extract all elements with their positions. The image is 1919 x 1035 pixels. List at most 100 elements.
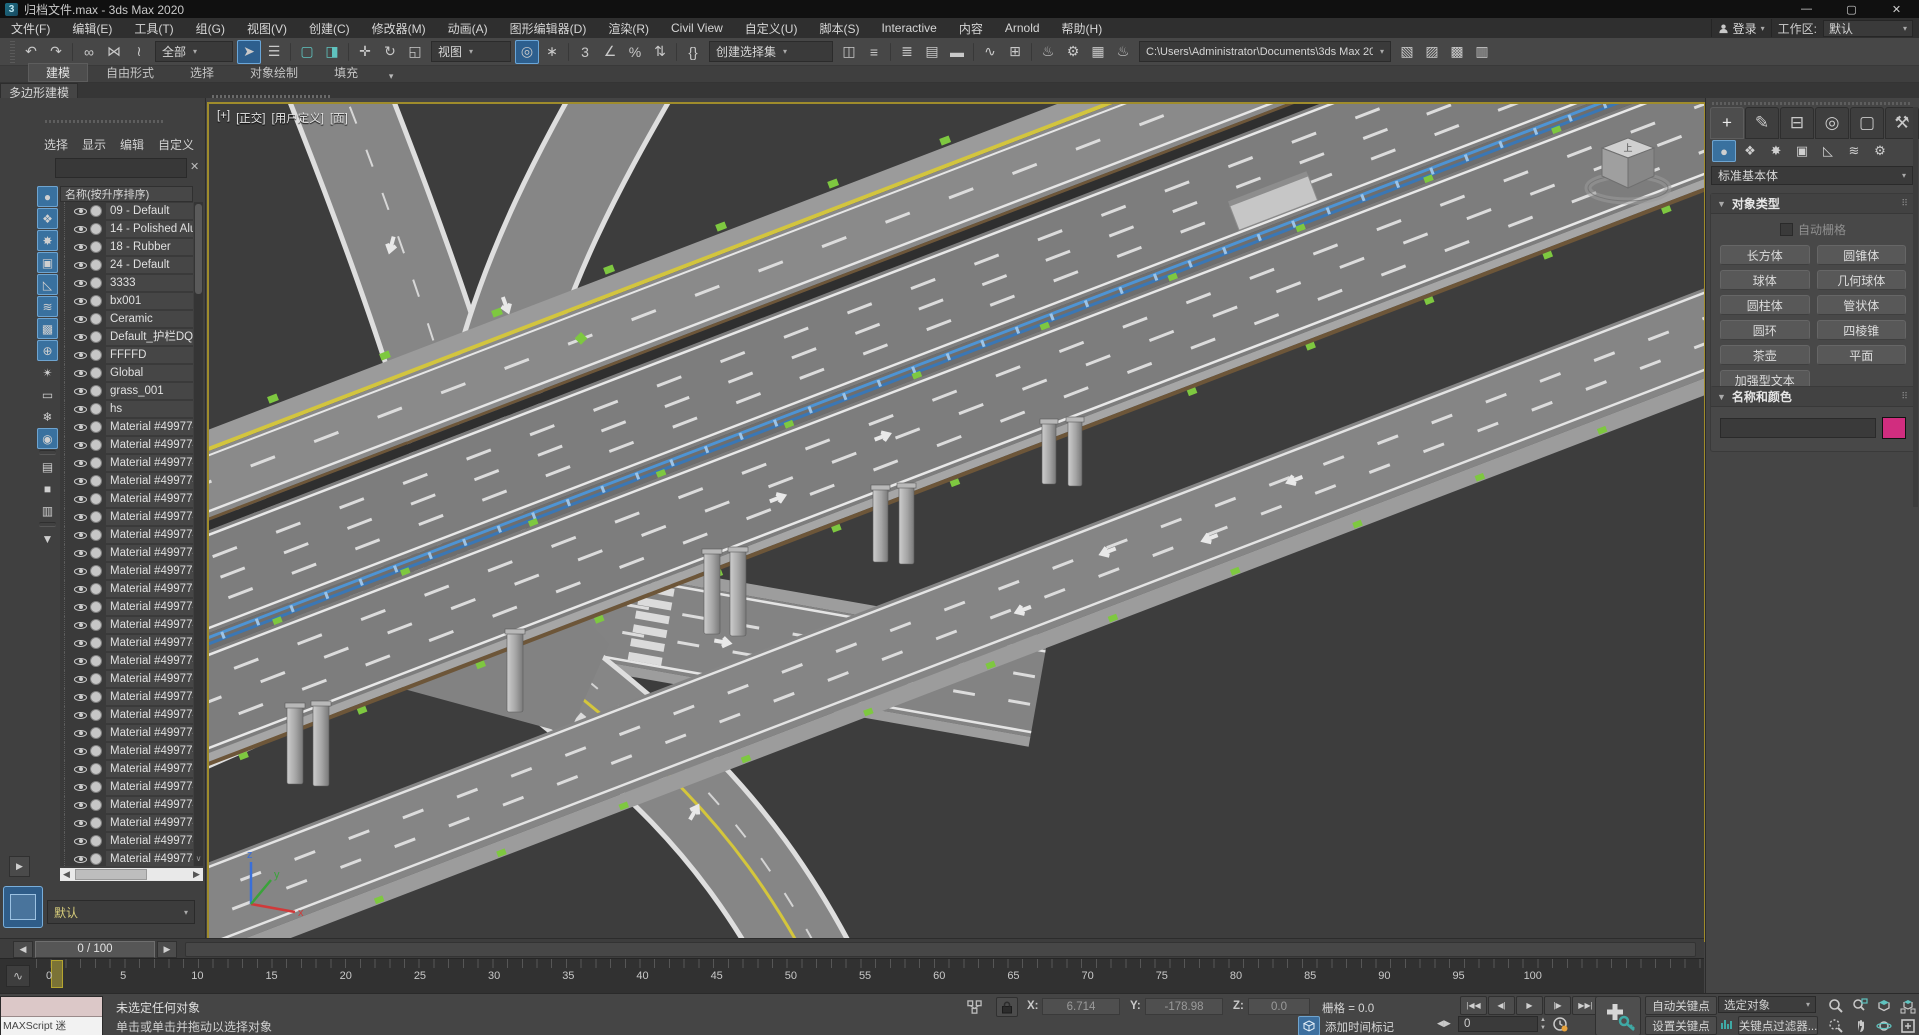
list-item[interactable]: 18 - Rubber [60,238,193,256]
menu-item[interactable]: 编辑(E) [61,18,123,38]
object-type-dot-icon[interactable] [90,673,102,685]
visibility-eye-icon[interactable] [74,673,87,686]
close-button[interactable]: ✕ [1874,0,1919,18]
mirror-icon[interactable]: ◫ [837,40,861,64]
current-frame-field[interactable]: 0 [1458,1016,1538,1032]
visibility-eye-icon[interactable] [74,655,87,668]
primitive-button[interactable]: 四棱锥 [1817,320,1907,340]
y-coordinate-field[interactable]: -178.98 [1145,998,1223,1015]
list-item[interactable]: Material #499774 [60,418,193,436]
filter-funnel-icon[interactable]: ▼ [37,528,58,549]
object-type-dot-icon[interactable] [90,565,102,577]
menu-item[interactable]: 视图(V) [236,18,298,38]
command-panel-scrollbar[interactable] [1913,107,1918,507]
object-type-dot-icon[interactable] [90,493,102,505]
visibility-eye-icon[interactable] [74,223,87,236]
next-frame-icon[interactable]: |▶ [1544,996,1571,1015]
mini-curve-editor-button[interactable]: ∿ [6,965,30,987]
viewport-menu-pov[interactable]: [正交] [236,110,265,126]
bind-spacewarp-icon[interactable]: ≀ [127,40,151,64]
selection-filter-dropdown[interactable]: 全部▾ [155,41,233,62]
ribbon-minimize-icon[interactable]: ▾ [376,71,406,82]
object-type-dot-icon[interactable] [90,745,102,757]
toolbar-icon[interactable] [890,43,891,61]
list-item[interactable]: Material #499774 [60,796,193,814]
visibility-eye-icon[interactable] [74,241,87,254]
object-type-dot-icon[interactable] [90,223,102,235]
scrollbar-thumb[interactable] [195,204,202,294]
previous-frame-icon[interactable]: ◀| [1488,996,1515,1015]
select-manipulate-icon[interactable]: ∗ [540,40,564,64]
scrollbar-thumb[interactable] [75,869,147,880]
schematic-view-icon[interactable]: ⊞ [1003,40,1027,64]
solid-view-icon[interactable]: ■ [37,478,58,499]
play-icon[interactable]: ▶ [1516,996,1543,1015]
maximize-button[interactable]: ▢ [1829,0,1874,18]
list-item[interactable]: 3333 [60,274,193,292]
toolbar-icon[interactable] [72,43,73,61]
reference-coordinate-dropdown[interactable]: 视图▾ [431,41,511,62]
visibility-eye-icon[interactable] [74,529,87,542]
window-crossing-icon[interactable]: ◨ [320,40,344,64]
snap-toggle-3d-icon[interactable]: 3 [573,40,597,64]
visibility-eye-icon[interactable] [74,619,87,632]
list-item[interactable]: Material #499774 [60,436,193,454]
list-item[interactable]: Material #499774 [60,526,193,544]
display-shapes-icon[interactable]: ❖ [37,208,58,229]
view-cube[interactable]: 上 [1580,122,1676,218]
object-type-dot-icon[interactable] [90,709,102,721]
create-systems-icon[interactable]: ⚙ [1868,140,1892,162]
zoom-icon[interactable] [1824,996,1847,1015]
previous-frame-arrow[interactable]: ◀ [13,941,33,958]
object-type-dot-icon[interactable] [90,529,102,541]
explorer-horizontal-scrollbar[interactable]: ◀ ▶ [60,868,203,881]
object-name-field[interactable] [1720,418,1876,438]
z-coordinate-field[interactable]: 0.0 [1248,998,1310,1015]
tab-motion[interactable]: ◎ [1815,107,1849,139]
list-item[interactable]: FFFFD [60,346,193,364]
pan-hand-icon[interactable] [1848,1016,1871,1035]
ribbon-tab[interactable]: 自由形式 [88,63,172,82]
open-autodesk-app-icon[interactable]: ▩ [1445,40,1469,64]
autogrid-checkbox[interactable] [1780,223,1793,236]
ribbon-tab[interactable]: 建模 [28,63,88,82]
select-move-icon[interactable]: ✛ [353,40,377,64]
visibility-eye-icon[interactable] [74,205,87,218]
spinner-snap-icon[interactable]: ⇅ [648,40,672,64]
align-icon[interactable]: ≡ [862,40,886,64]
visibility-eye-icon[interactable] [74,259,87,272]
menu-item[interactable]: 自定义(U) [734,18,809,38]
create-shapes-icon[interactable]: ❖ [1738,140,1762,162]
explorer-menu-item[interactable]: 选择 [44,136,68,153]
create-cameras-icon[interactable]: ▣ [1790,140,1814,162]
selection-set-dropdown[interactable]: 选定对象▾ [1718,996,1816,1013]
command-panel-grip[interactable] [1712,102,1912,105]
display-frozen-icon[interactable]: ❄ [37,406,58,427]
explorer-menu-item[interactable]: 自定义 [158,136,194,153]
ribbon-tab[interactable]: 选择 [172,63,232,82]
visibility-eye-icon[interactable] [74,601,87,614]
primitive-button[interactable]: 管状体 [1817,295,1907,315]
list-item[interactable]: Material #499774 [60,580,193,598]
list-item[interactable]: 14 - Polished Alumi [60,220,193,238]
ribbon-tab[interactable]: 对象绘制 [232,63,316,82]
go-to-start-icon[interactable]: |◀◀ [1460,996,1487,1015]
display-hidden-icon[interactable]: ◉ [37,428,58,449]
frame-spinner-icon[interactable]: ◀▶ [1437,1018,1451,1029]
menu-item[interactable]: Interactive [870,18,947,38]
selection-lock-icon[interactable] [996,997,1018,1017]
view-cube-top-label[interactable]: 上 [1623,143,1632,153]
explorer-filter-icon[interactable] [39,522,56,527]
list-item[interactable]: 09 - Default [60,202,193,220]
maximize-viewport-icon[interactable] [1896,1016,1919,1035]
list-item[interactable]: Material #499774 [60,688,193,706]
visibility-eye-icon[interactable] [74,457,87,470]
explorer-menu-item[interactable]: 显示 [82,136,106,153]
viewport[interactable]: [+] [正交] [用户定义] [面] 上 z x y [207,102,1706,942]
visibility-eye-icon[interactable] [74,817,87,830]
key-filters-button[interactable]: 关键点过滤器... [1738,1016,1818,1035]
menu-item[interactable]: 文件(F) [0,18,61,38]
list-item[interactable]: Material #499774 [60,472,193,490]
list-item[interactable]: Material #499774 [60,742,193,760]
display-helpers-icon[interactable]: ◺ [37,274,58,295]
